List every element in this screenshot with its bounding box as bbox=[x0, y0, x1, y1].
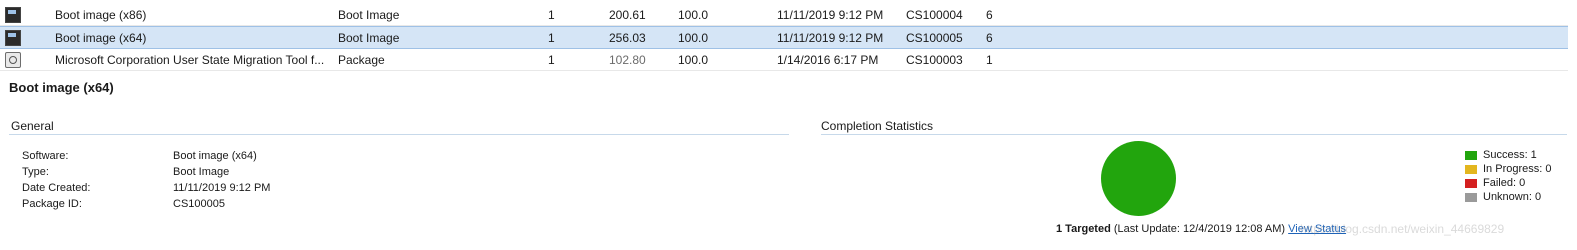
last-update: (Last Update: 12/4/2019 12:08 AM) bbox=[1113, 223, 1286, 235]
row-version: 1 bbox=[548, 8, 555, 22]
completion-legend: Success: 1 In Progress: 0 Failed: 0 Unkn… bbox=[1465, 149, 1551, 205]
field-label: Type: bbox=[22, 166, 49, 178]
completion-section-header: Completion Statistics bbox=[821, 119, 934, 133]
boot-image-icon bbox=[5, 7, 21, 23]
field-value: CS100005 bbox=[173, 198, 225, 210]
field-label: Package ID: bbox=[22, 198, 82, 210]
row-name: Microsoft Corporation User State Migrati… bbox=[55, 53, 325, 67]
row-count: 1 bbox=[986, 53, 993, 67]
content-list: Boot image (x86) Boot Image 1 200.61 100… bbox=[0, 4, 1568, 71]
row-version: 1 bbox=[548, 53, 555, 67]
field-value: Boot Image bbox=[173, 166, 230, 178]
completion-pie-success-slice bbox=[1101, 141, 1176, 216]
field-label: Software: bbox=[22, 150, 69, 162]
general-section-header: General bbox=[11, 119, 54, 133]
row-name: Boot image (x86) bbox=[55, 8, 147, 22]
package-icon bbox=[5, 52, 21, 68]
row-count: 6 bbox=[986, 31, 993, 45]
row-percent: 100.0 bbox=[678, 53, 709, 67]
row-package-id: CS100005 bbox=[906, 31, 963, 45]
targeted-count: 1 Targeted bbox=[1056, 223, 1111, 235]
detail-title: Boot image (x64) bbox=[9, 80, 114, 95]
view-status-link[interactable]: View Status bbox=[1288, 223, 1346, 235]
row-package-id: CS100004 bbox=[906, 8, 963, 22]
in-progress-swatch bbox=[1465, 164, 1477, 174]
completion-summary: 1 Targeted (Last Update: 12/4/2019 12:08… bbox=[1056, 223, 1346, 235]
row-count: 6 bbox=[986, 8, 993, 22]
row-type: Package bbox=[338, 53, 385, 67]
row-percent: 100.0 bbox=[678, 31, 709, 45]
row-package-id: CS100003 bbox=[906, 53, 963, 67]
completion-divider bbox=[821, 134, 1567, 135]
legend-unknown-label: Unknown: 0 bbox=[1483, 191, 1542, 203]
success-swatch bbox=[1465, 150, 1477, 160]
unknown-swatch bbox=[1465, 192, 1477, 202]
row-name: Boot image (x64) bbox=[55, 31, 147, 45]
row-date: 1/14/2016 6:17 PM bbox=[777, 53, 879, 67]
row-type: Boot Image bbox=[338, 31, 400, 45]
legend-success-label: Success: 1 bbox=[1483, 149, 1537, 161]
row-date: 11/11/2019 9:12 PM bbox=[777, 31, 884, 45]
field-value: Boot image (x64) bbox=[173, 150, 257, 162]
row-type: Boot Image bbox=[338, 8, 400, 22]
row-date: 11/11/2019 9:12 PM bbox=[777, 8, 884, 22]
field-label: Date Created: bbox=[22, 182, 91, 194]
legend-failed-label: Failed: 0 bbox=[1483, 177, 1526, 189]
legend-failed: Failed: 0 bbox=[1465, 177, 1551, 191]
row-version: 1 bbox=[548, 31, 555, 45]
general-divider bbox=[9, 134, 789, 135]
table-row-selected[interactable]: Boot image (x64) Boot Image 1 256.03 100… bbox=[0, 26, 1568, 49]
legend-success: Success: 1 bbox=[1465, 149, 1551, 163]
row-percent: 100.0 bbox=[678, 8, 709, 22]
boot-image-icon bbox=[5, 30, 21, 46]
table-row[interactable]: Microsoft Corporation User State Migrati… bbox=[0, 49, 1568, 71]
failed-swatch bbox=[1465, 178, 1477, 188]
legend-in-progress-label: In Progress: 0 bbox=[1483, 163, 1552, 175]
field-value: 11/11/2019 9:12 PM bbox=[173, 182, 271, 194]
legend-unknown: Unknown: 0 bbox=[1465, 191, 1551, 205]
legend-in-progress: In Progress: 0 bbox=[1465, 163, 1551, 177]
row-size: 102.80 bbox=[609, 53, 646, 67]
row-size: 256.03 bbox=[609, 31, 646, 45]
row-size: 200.61 bbox=[609, 8, 646, 22]
table-row[interactable]: Boot image (x86) Boot Image 1 200.61 100… bbox=[0, 4, 1568, 26]
